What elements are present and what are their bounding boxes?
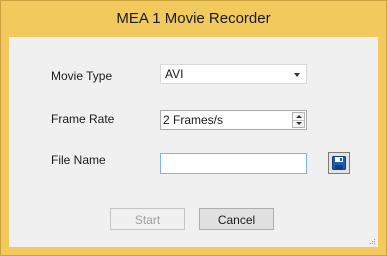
file-name-input[interactable] xyxy=(160,153,307,174)
frame-rate-value: 2 Frames/s xyxy=(163,113,224,127)
cancel-button[interactable]: Cancel xyxy=(199,208,274,230)
spinner-buttons xyxy=(292,112,305,128)
window-title: MEA 1 Movie Recorder xyxy=(116,10,271,27)
title-bar[interactable]: MEA 1 Movie Recorder xyxy=(1,1,386,36)
spin-down-button[interactable] xyxy=(293,120,304,127)
chevron-down-icon[interactable] xyxy=(294,73,300,77)
movie-type-label: Movie Type xyxy=(51,69,113,83)
browse-file-button[interactable] xyxy=(328,152,350,174)
movie-type-value: AVI xyxy=(165,67,184,81)
dialog-client-area: Movie Type AVI Frame Rate 2 Frames/s Fil… xyxy=(9,37,378,247)
frame-rate-label: Frame Rate xyxy=(51,112,115,126)
spin-down-icon xyxy=(295,122,302,125)
movie-recorder-window: MEA 1 Movie Recorder Movie Type AVI Fram… xyxy=(0,0,387,256)
resize-grip-icon[interactable] xyxy=(368,237,376,245)
floppy-disk-icon xyxy=(332,156,346,170)
file-name-label: File Name xyxy=(51,153,106,167)
frame-rate-spinner[interactable]: 2 Frames/s xyxy=(160,110,307,130)
movie-type-dropdown[interactable]: AVI xyxy=(160,64,307,84)
start-button[interactable]: Start xyxy=(110,208,185,230)
spin-up-icon xyxy=(295,115,302,118)
